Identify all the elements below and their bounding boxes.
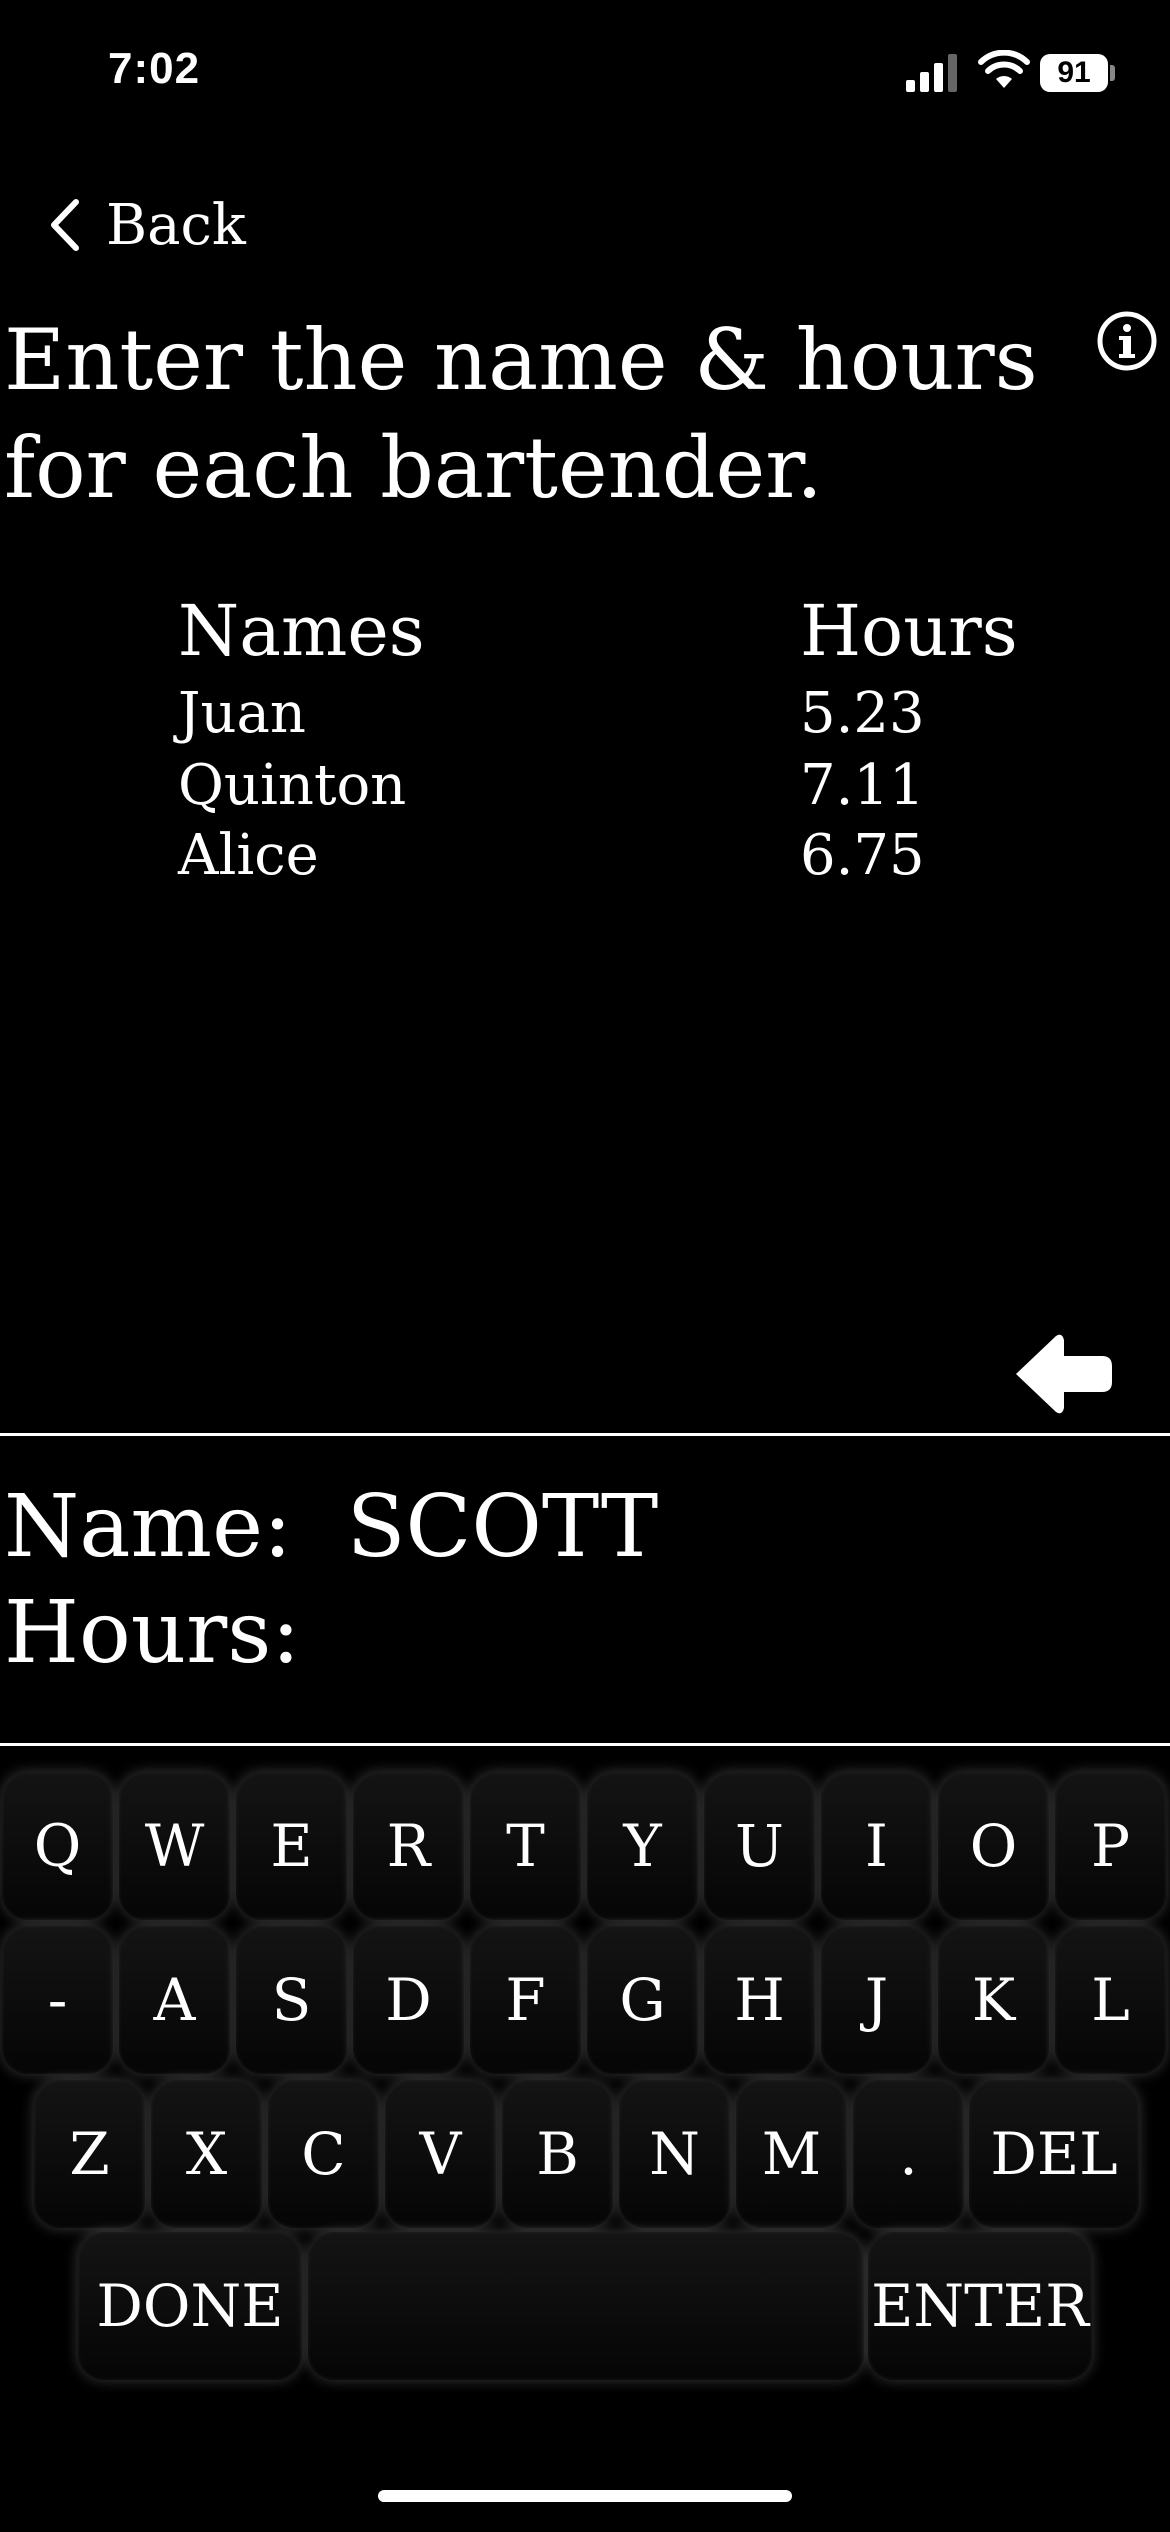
key-o[interactable]: O (938, 1772, 1049, 1920)
battery-tip (1110, 65, 1115, 81)
key-delete[interactable]: DEL (969, 2080, 1139, 2228)
key-t[interactable]: T (470, 1772, 581, 1920)
arrow-left-icon[interactable] (1010, 1332, 1114, 1416)
name-field[interactable]: Name: SCOTT (4, 1474, 658, 1580)
key-enter[interactable]: ENTER (868, 2232, 1092, 2380)
divider-top (0, 1433, 1170, 1436)
table-row-hours: 7.11 (800, 753, 925, 818)
key-m[interactable]: M (736, 2080, 847, 2228)
table-row-hours: 5.23 (800, 681, 925, 746)
key-x[interactable]: X (151, 2080, 262, 2228)
key-g[interactable]: G (587, 1926, 698, 2074)
hours-field[interactable]: Hours: (4, 1580, 328, 1686)
key-space[interactable] (308, 2232, 864, 2380)
key-s[interactable]: S (236, 1926, 347, 2074)
table-row-name: Alice (178, 823, 319, 888)
hours-label: Hours: (4, 1583, 301, 1683)
key-y[interactable]: Y (587, 1772, 698, 1920)
key-e[interactable]: E (236, 1772, 347, 1920)
home-indicator (378, 2490, 792, 2502)
status-time: 7:02 (108, 44, 201, 93)
key-n[interactable]: N (619, 2080, 730, 2228)
key-k[interactable]: K (938, 1926, 1049, 2074)
key-b[interactable]: B (502, 2080, 613, 2228)
table-row-name: Juan (178, 681, 306, 746)
key-d[interactable]: D (353, 1926, 464, 2074)
keyboard: QWERTYUIOP -ASDFGHJKL ZXCVBNM. DEL DONE … (0, 1760, 1170, 2380)
info-icon[interactable] (1096, 310, 1158, 372)
hours-header: Hours (800, 590, 1018, 672)
name-value: SCOTT (346, 1477, 659, 1577)
key-c[interactable]: C (268, 2080, 379, 2228)
key-dash[interactable]: - (2, 1926, 113, 2074)
key-period[interactable]: . (853, 2080, 964, 2228)
divider-bottom (0, 1743, 1170, 1746)
back-button[interactable]: Back (48, 190, 246, 260)
key-done[interactable]: DONE (78, 2232, 302, 2380)
names-header: Names (178, 590, 425, 672)
key-p[interactable]: P (1055, 1772, 1166, 1920)
key-j[interactable]: J (821, 1926, 932, 2074)
page-title: Enter the name & hours for each bartende… (4, 311, 1038, 517)
key-i[interactable]: I (821, 1772, 932, 1920)
cellular-signal-icon (906, 52, 958, 92)
key-z[interactable]: Z (34, 2080, 145, 2228)
key-q[interactable]: Q (2, 1772, 113, 1920)
table-row-hours: 6.75 (800, 823, 925, 888)
back-label: Back (106, 192, 246, 258)
key-v[interactable]: V (385, 2080, 496, 2228)
key-u[interactable]: U (704, 1772, 815, 1920)
table-row-name: Quinton (178, 753, 407, 818)
key-f[interactable]: F (470, 1926, 581, 2074)
key-r[interactable]: R (353, 1772, 464, 1920)
key-h[interactable]: H (704, 1926, 815, 2074)
key-l[interactable]: L (1055, 1926, 1166, 2074)
key-a[interactable]: A (119, 1926, 230, 2074)
key-w[interactable]: W (119, 1772, 230, 1920)
wifi-icon (978, 50, 1030, 88)
battery-icon: 91 (1040, 54, 1108, 92)
name-label: Name: (4, 1477, 292, 1577)
chevron-left-icon (51, 199, 79, 251)
